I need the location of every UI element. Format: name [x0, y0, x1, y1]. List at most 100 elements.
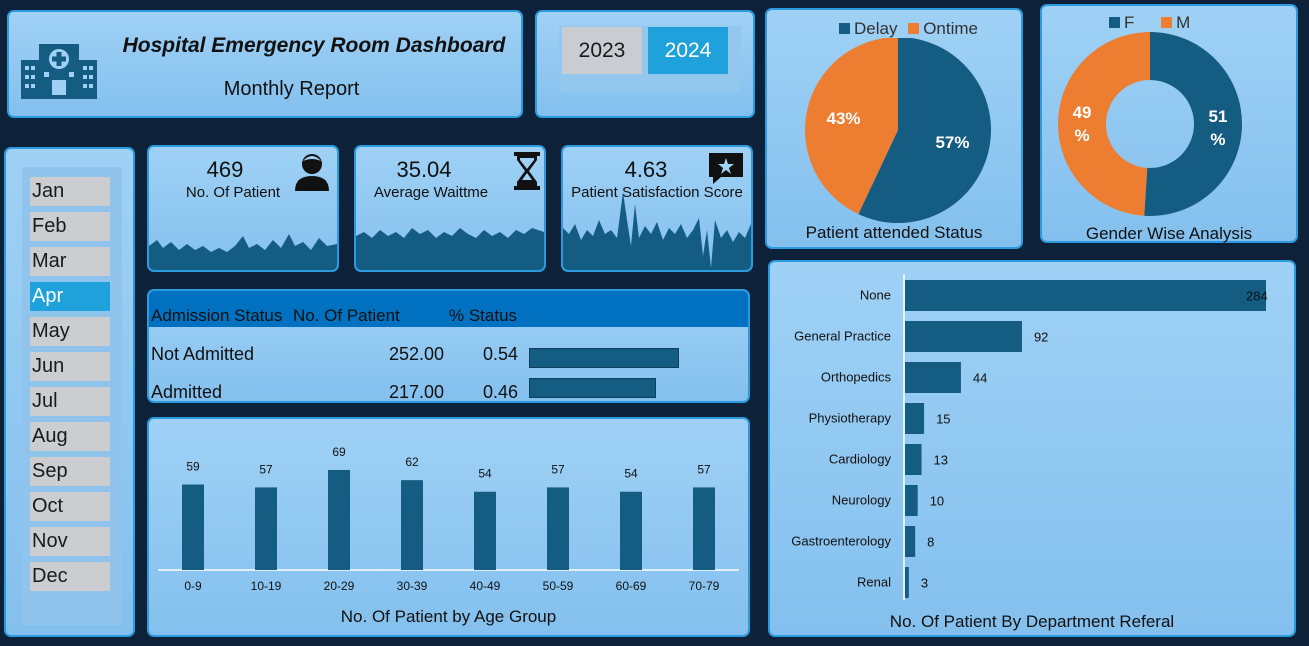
- dept-bar: [905, 526, 916, 557]
- age-tick-label: 0-9: [184, 579, 202, 593]
- legend-label-m: M: [1176, 13, 1191, 32]
- age-bar-value: 54: [624, 467, 638, 481]
- dept-tick-label: Renal: [857, 575, 891, 590]
- age-tick-label: 60-69: [616, 579, 647, 593]
- legend-swatch-ontime: [908, 23, 920, 34]
- month-button-dec[interactable]: Dec: [30, 562, 110, 591]
- wait-sparkline: [356, 228, 544, 270]
- year-slicer: 2023 2024: [535, 10, 755, 118]
- title-panel: Hospital Emergency Room Dashboard Monthl…: [7, 10, 523, 118]
- legend-swatch-delay: [839, 23, 850, 34]
- admission-pct-bar: [529, 378, 656, 398]
- month-button-jan[interactable]: Jan: [30, 177, 110, 206]
- satisfaction-sparkline: [563, 192, 751, 270]
- month-button-feb[interactable]: Feb: [30, 212, 110, 241]
- page-title: Hospital Emergency Room Dashboard: [122, 34, 506, 57]
- admission-header-status: Admission Status: [151, 306, 283, 325]
- legend-swatch-f: [1109, 17, 1120, 28]
- age-bar: [401, 480, 423, 570]
- donut-slice-m: [1057, 32, 1150, 216]
- admission-pct-bar: [529, 348, 679, 368]
- age-bar-value: 57: [259, 462, 273, 476]
- admission-row-status: Admitted: [151, 382, 223, 402]
- dept-tick-label: Neurology: [832, 493, 892, 508]
- donut-data-label: 51: [1209, 107, 1228, 126]
- legend-label-f: F: [1124, 13, 1135, 32]
- dept-bar-value: 8: [927, 535, 934, 550]
- year-button-2023[interactable]: 2023: [562, 27, 642, 74]
- dept-tick-label: None: [860, 288, 891, 303]
- gender-chart-panel: F M 51% 49% Gender Wise Analysis: [1040, 4, 1298, 243]
- dept-tick-label: Gastroenterology: [791, 534, 891, 549]
- month-button-nov[interactable]: Nov: [30, 527, 110, 556]
- dept-tick-label: General Practice: [794, 329, 891, 344]
- dept-tick-label: Physiotherapy: [809, 411, 892, 426]
- age-bar-value: 57: [551, 462, 565, 476]
- age-bar-value: 69: [332, 445, 346, 459]
- month-button-sep[interactable]: Sep: [30, 457, 110, 486]
- kpi-card-satisfaction: 4.63 Patient Satisfaction Score: [561, 145, 753, 272]
- donut-data-label-unit: %: [1210, 130, 1225, 149]
- age-bar: [255, 487, 277, 570]
- kpi-patients-value: 469: [206, 157, 244, 182]
- hospital-icon: [21, 44, 97, 99]
- admission-row-pct: 0.46: [483, 382, 519, 402]
- gender-chart-title: Gender Wise Analysis: [1085, 224, 1253, 243]
- age-chart-title: No. Of Patient by Age Group: [340, 607, 557, 626]
- kpi-wait-label: Average Waittme: [373, 184, 489, 201]
- dept-bar: [905, 485, 918, 516]
- dept-bar: [905, 321, 1022, 352]
- department-chart-panel: None 284 General Practice 92 Orthopedics 44 Ph…: [768, 260, 1296, 637]
- age-group-chart: 59 0-9 57 10-19 69 20-29 62 30-39 54 40-49 57 50-59…: [158, 445, 739, 593]
- admission-header-count: No. Of Patient: [293, 306, 400, 325]
- patients-sparkline: [149, 234, 337, 270]
- donut-data-label: 49: [1073, 103, 1092, 122]
- status-legend: Delay Ontime: [839, 19, 978, 39]
- age-bar-value: 54: [478, 467, 492, 481]
- year-button-2024[interactable]: 2024: [648, 27, 728, 74]
- admission-row-count: 217.00: [389, 382, 445, 402]
- legend-label-ontime: Ontime: [923, 19, 978, 38]
- month-button-apr[interactable]: Apr: [30, 282, 110, 311]
- dept-bar-value: 13: [934, 453, 948, 468]
- age-tick-label: 10-19: [251, 579, 282, 593]
- dept-bar-value: 10: [930, 494, 944, 509]
- gender-donut: 51% 49%: [1057, 32, 1242, 216]
- dept-bar-value: 284: [1246, 289, 1268, 304]
- age-bar: [182, 484, 204, 570]
- kpi-satisfaction-value: 4.63: [624, 157, 668, 182]
- month-button-may[interactable]: May: [30, 317, 110, 346]
- month-button-oct[interactable]: Oct: [30, 492, 110, 521]
- dept-bar-value: 92: [1034, 330, 1048, 345]
- pie-data-label: 57%: [935, 133, 969, 152]
- department-referral-chart: None 284 General Practice 92 Orthopedics 44 Ph…: [791, 274, 1268, 600]
- age-group-chart-panel: 59 0-9 57 10-19 69 20-29 62 30-39 54 40-49 57 50-59…: [147, 417, 750, 637]
- admission-row-pct: 0.54: [483, 344, 519, 364]
- admission-header-pct: % Status: [449, 306, 518, 325]
- attended-status-chart-panel: Delay Ontime 57% 43% Patient attended Sta…: [765, 8, 1023, 249]
- kpi-card-patients: 469 No. Of Patient: [147, 145, 339, 272]
- age-tick-label: 20-29: [324, 579, 355, 593]
- kpi-card-wait-time: 35.04 Average Waittme: [354, 145, 546, 272]
- age-bar: [620, 491, 642, 570]
- admission-row-count: 252.00: [389, 344, 445, 364]
- age-bar: [474, 491, 496, 570]
- status-chart-title: Patient attended Status: [805, 223, 983, 242]
- attended-status-pie: 57% 43%: [805, 38, 991, 223]
- page-subtitle: Monthly Report: [223, 78, 360, 100]
- month-button-jun[interactable]: Jun: [30, 352, 110, 381]
- age-tick-label: 70-79: [689, 579, 720, 593]
- donut-data-label-unit: %: [1074, 126, 1089, 145]
- legend-label-delay: Delay: [854, 19, 898, 38]
- department-chart-title: No. Of Patient By Department Referal: [889, 612, 1175, 631]
- month-button-mar[interactable]: Mar: [30, 247, 110, 276]
- kpi-patients-label: No. Of Patient: [185, 184, 281, 201]
- age-bar-value: 62: [405, 455, 419, 469]
- person-icon: [295, 154, 329, 191]
- age-tick-label: 50-59: [543, 579, 574, 593]
- month-button-jul[interactable]: Jul: [30, 387, 110, 416]
- age-tick-label: 30-39: [397, 579, 428, 593]
- dept-bar: [905, 403, 925, 434]
- month-button-aug[interactable]: Aug: [30, 422, 110, 451]
- legend-swatch-m: [1161, 17, 1173, 28]
